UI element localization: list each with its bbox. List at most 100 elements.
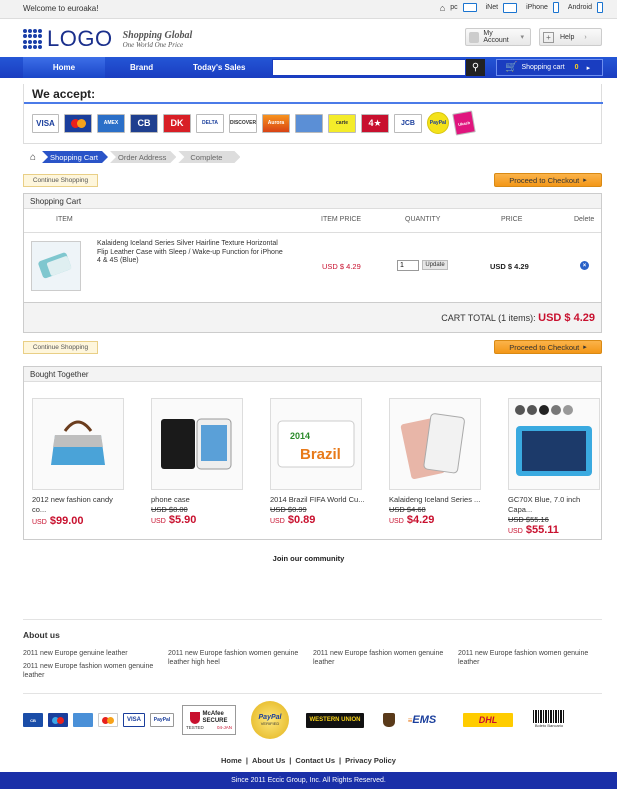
mcafee-tested: TESTED [186,724,204,730]
about-link[interactable]: 2011 new Europe fashion women genuine le… [458,650,598,667]
step-shopping-cart: Shopping Cart [42,151,108,163]
maestro-icon [295,113,323,133]
bought-together-title: Bought Together [24,367,601,382]
site-logo[interactable]: LOGO Shopping Global One World One Price [23,26,192,52]
cart-total-amount: USD $ 4.29 [538,312,595,324]
trust-logos: CB VISA PayPal McAfee SECURE TESTED 04-JAN… [23,701,602,739]
main-nav: Home Brand Today's Sales ⚲ 🛒 Shopping ca… [0,57,617,78]
western-union-label: WESTERN UNION [309,717,361,723]
footer-link-contact[interactable]: Contact Us [295,756,335,765]
footer-link-about[interactable]: About Us [252,756,285,765]
step-order-address: Order Address [110,151,176,163]
ems-label: EMS [412,714,437,726]
logo-text: LOGO [47,26,113,51]
device-pc-label[interactable]: pc [450,4,457,11]
chevron-down-icon: ▾ [520,34,524,41]
delete-item-icon[interactable]: × [580,261,589,270]
product-card[interactable]: 2014 Brazil 2014 Brazil FIFA World Cu...… [270,398,366,526]
search-button[interactable]: ⚲ [466,59,485,76]
cart-total-row: CART TOTAL (1 items): USD $ 4.29 [24,302,601,332]
nav-todays-sales[interactable]: Today's Sales [193,63,245,72]
step-complete: Complete [178,151,240,163]
my-account-button[interactable]: My Account ▾ [465,28,531,46]
pc-icon[interactable] [462,3,477,12]
mcafee-secure-badge[interactable]: McAfee SECURE TESTED 04-JAN [182,705,236,735]
pink-case-image [400,413,465,480]
jcb-icon: JCB [394,113,422,133]
device-android-label[interactable]: Android [568,4,592,11]
cart-item-title[interactable]: Kalaideng Iceland Series Silver Hairline… [97,240,287,266]
tablet-icon[interactable] [503,2,518,13]
mcafee-shield-icon [190,711,201,724]
about-link[interactable]: 2011 new Europe fashion women genuine le… [23,663,163,680]
carte-icon: carte [328,113,356,133]
cart-item-thumbnail[interactable] [31,241,81,291]
join-community-title: Join our community [272,554,345,563]
ups-icon [383,713,395,727]
product-image[interactable]: 2014 Brazil [270,398,362,490]
boleto-icon: Boleto Bancario [532,710,566,730]
product-name[interactable]: 2014 Brazil FIFA World Cu... [270,495,366,505]
mcafee-date: 04-JAN [216,724,232,730]
help-button[interactable]: + Help › [539,28,602,46]
continue-shopping-button-bottom[interactable]: Continue Shopping [23,341,98,354]
iphone-icon[interactable] [552,2,559,13]
payment-logos: VISA AMEX CB DK DELTA DISCOVER Aurora ca… [32,110,476,136]
about-link[interactable]: 2011 new Europe fashion women genuine le… [313,650,453,667]
home-icon[interactable]: ⌂ [440,3,445,13]
update-quantity-button[interactable]: Update [422,260,448,270]
product-name[interactable]: GC70X Blue, 7.0 inch Capa... [508,495,604,515]
about-link[interactable]: 2011 new Europe fashion women genuine le… [168,650,308,667]
about-link[interactable]: 2011 new Europe genuine leather [23,650,163,659]
proceed-to-checkout-button[interactable]: Proceed to Checkout ▸ [494,173,602,187]
nav-brand[interactable]: Brand [130,63,153,72]
paypal-verified-label: PayPal [258,714,282,721]
cart-total-label: CART TOTAL (1 items): [441,313,536,323]
search-icon: ⚲ [471,62,480,73]
accept-divider [24,102,603,104]
cart-icon: 🛒 [505,62,518,73]
product-card[interactable]: phone case USD $8.00 USD $5.90 [151,398,247,526]
nav-home[interactable]: Home [23,57,105,78]
product-name[interactable]: Kalaideng Iceland Series ... [389,495,485,505]
cart-item-price: USD $ 4.29 [490,262,529,271]
android-icon[interactable] [597,2,603,13]
product-card[interactable]: GC70X Blue, 7.0 inch Capa... USD $55.16 … [508,398,604,536]
tagline-sub: One World One Price [122,40,184,49]
product-card[interactable]: 2012 new fashion candy co... USD $99.00 [32,398,128,527]
col-delete: Delete [574,216,595,223]
home-icon[interactable]: ⌂ [30,152,36,163]
dhl-icon: DHL [463,713,513,727]
proceed-to-checkout-button-bottom[interactable]: Proceed to Checkout ▸ [494,340,602,354]
device-switcher: ⌂ pc iNet iPhone Android [440,2,603,13]
product-name[interactable]: phone case [151,495,247,505]
handbag-image [51,420,105,465]
continue-shopping-button[interactable]: Continue Shopping [23,174,98,187]
ems-icon: ≡ EMS [407,714,437,726]
dankort-icon: DK [163,113,191,133]
chevron-right-icon: ▸ [583,344,587,351]
search-input[interactable] [272,59,466,76]
product-old-price: USD $8.00 [151,505,188,514]
col-quantity: QUANTITY [405,216,441,223]
footer-link-privacy[interactable]: Privacy Policy [345,756,396,765]
product-image[interactable] [151,398,243,490]
paypal-verified-badge[interactable]: PayPal VERIFIED [251,701,289,739]
product-card[interactable]: Kalaideng Iceland Series ... USD $4.68 U… [389,398,485,526]
amex-icon [73,713,93,727]
product-price: USD $5.90 [151,514,197,526]
product-image[interactable] [508,398,600,490]
chevron-right-icon: ▸ [586,64,591,72]
device-inet-label[interactable]: iNet [486,4,498,11]
shopping-cart-button[interactable]: 🛒 Shopping cart 0 ▸ [496,59,603,76]
footer-link-home[interactable]: Home [221,756,242,765]
product-image[interactable] [32,398,124,490]
product-image[interactable] [389,398,481,490]
ukash-icon: Ukash [452,110,476,136]
product-name[interactable]: 2012 new fashion candy co... [32,495,128,515]
device-iphone-label[interactable]: iPhone [526,4,548,11]
nav-home-label: Home [52,63,76,72]
visa-icon: VISA [32,113,59,133]
cart-count-badge: 0 [574,64,579,71]
quantity-input[interactable] [397,260,419,271]
